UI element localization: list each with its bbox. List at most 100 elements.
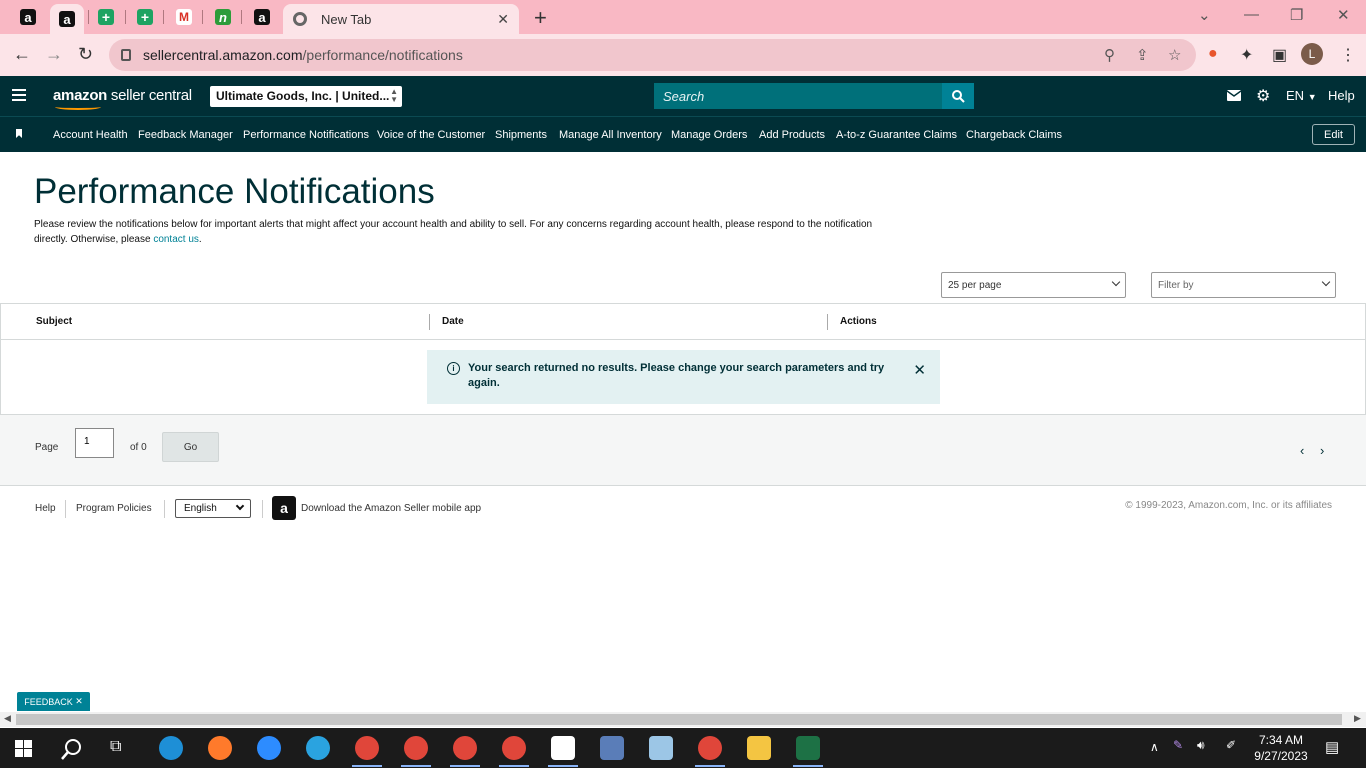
pinned-tab-gmail[interactable]: M xyxy=(173,6,195,28)
chrome-profile-2-icon[interactable] xyxy=(404,736,428,760)
nav-account-health[interactable]: Account Health xyxy=(53,129,128,141)
pinned-tab-n[interactable]: n xyxy=(212,6,234,28)
chrome-icon xyxy=(293,12,307,26)
chrome-profile-1-icon[interactable] xyxy=(355,736,379,760)
help-link[interactable]: Help xyxy=(1328,88,1355,103)
clock[interactable]: 7:34 AM 9/27/2023 xyxy=(1252,732,1310,764)
nav-voice-of-the-customer[interactable]: Voice of the Customer xyxy=(377,129,485,141)
new-tab-icon[interactable]: + xyxy=(534,5,547,31)
chrome-profile-4-icon[interactable] xyxy=(502,736,526,760)
go-button[interactable]: Go xyxy=(162,432,219,462)
calculator-icon[interactable] xyxy=(600,736,624,760)
pinned-tab-amazon-2[interactable]: a xyxy=(50,4,84,34)
chevron-left-icon[interactable]: ‹ xyxy=(1300,443,1304,458)
footer-help-link[interactable]: Help xyxy=(35,503,56,514)
notes-app-icon[interactable] xyxy=(649,736,673,760)
windows-start-icon[interactable] xyxy=(15,740,32,757)
excel-icon[interactable] xyxy=(796,736,820,760)
pen-tray-icon[interactable]: ✎ xyxy=(1173,738,1183,752)
feedback-close-icon[interactable]: ✕ xyxy=(75,696,83,707)
account-selector[interactable]: Ultimate Goods, Inc. | United... ▲ ▼ xyxy=(210,86,402,107)
share-icon[interactable]: ⇪ xyxy=(1136,46,1149,64)
mail-icon[interactable] xyxy=(1227,90,1241,101)
download-app-link[interactable]: Download the Amazon Seller mobile app xyxy=(301,503,481,514)
no-results-alert: i Your search returned no results. Pleas… xyxy=(427,350,940,404)
chrome-profile-3-icon[interactable] xyxy=(453,736,477,760)
seller-central-logo[interactable]: amazon seller central xyxy=(53,87,192,110)
bookmark-icon[interactable] xyxy=(16,129,22,138)
tab-new-tab[interactable]: New Tab ✕ xyxy=(283,4,519,34)
amazon-favicon-icon: a xyxy=(59,11,75,27)
search-icon[interactable] xyxy=(61,738,83,760)
file-explorer-icon[interactable] xyxy=(747,736,771,760)
tab-close-icon[interactable]: ✕ xyxy=(497,11,509,28)
telegram-icon[interactable] xyxy=(306,736,330,760)
scroll-left-icon[interactable]: ◀ xyxy=(4,713,11,724)
extension-fire-icon[interactable]: ● xyxy=(1208,45,1218,63)
nav-a-to-z-claims[interactable]: A-to-z Guarantee Claims xyxy=(836,129,957,141)
amazon-seller-app-icon[interactable]: a xyxy=(272,496,296,520)
column-subject[interactable]: Subject xyxy=(36,316,72,327)
url-bar[interactable]: sellercentral.amazon.com/performance/not… xyxy=(109,39,1196,71)
pinned-tab-sheet-2[interactable]: + xyxy=(134,6,156,28)
back-icon[interactable]: ← xyxy=(13,44,31,65)
stock-chart-app-icon[interactable] xyxy=(551,736,575,760)
profile-avatar[interactable]: L xyxy=(1301,43,1323,65)
chrome-profile-5-icon[interactable] xyxy=(698,736,722,760)
page-number-input[interactable]: 1 xyxy=(75,428,114,458)
pinned-tab-amazon-1[interactable]: a xyxy=(17,6,39,28)
language-selector[interactable]: EN ▼ xyxy=(1286,88,1317,103)
pinned-tab-amazon-3[interactable]: a xyxy=(251,6,273,28)
chevron-right-icon[interactable]: › xyxy=(1320,443,1324,458)
zoom-icon[interactable]: ⚲ xyxy=(1104,46,1115,64)
forward-icon[interactable]: → xyxy=(45,44,63,65)
lock-icon xyxy=(121,49,131,61)
nav-performance-notifications[interactable]: Performance Notifications xyxy=(243,129,369,141)
edge-icon[interactable] xyxy=(159,736,183,760)
footer-language-select[interactable]: English xyxy=(175,499,251,518)
pen-workspace-icon[interactable]: ✐ xyxy=(1226,738,1236,752)
nav-chargeback-claims[interactable]: Chargeback Claims xyxy=(966,129,1062,141)
nav-manage-orders[interactable]: Manage Orders xyxy=(671,129,747,141)
nav-add-products[interactable]: Add Products xyxy=(759,129,825,141)
scrollbar-thumb[interactable] xyxy=(16,714,1342,725)
extensions-puzzle-icon[interactable]: ✦ xyxy=(1240,45,1253,65)
search-input[interactable]: Search xyxy=(654,83,942,109)
feedback-button[interactable]: FEEDBACK ✕ xyxy=(17,692,90,711)
seller-central-header: amazon seller central Ultimate Goods, In… xyxy=(0,76,1366,116)
nav-feedback-manager[interactable]: Feedback Manager xyxy=(138,129,233,141)
per-page-select[interactable]: 25 per page xyxy=(941,272,1126,298)
notifications-icon[interactable]: ▤ xyxy=(1325,738,1339,756)
minimize-icon[interactable]: — xyxy=(1244,6,1259,23)
edit-button[interactable]: Edit xyxy=(1312,124,1355,145)
search-button[interactable] xyxy=(942,83,974,109)
program-policies-link[interactable]: Program Policies xyxy=(76,503,152,514)
filter-select[interactable]: Filter by xyxy=(1151,272,1336,298)
close-window-icon[interactable]: ✕ xyxy=(1337,6,1350,24)
per-page-value: 25 per page xyxy=(948,280,1002,291)
hamburger-menu-icon[interactable] xyxy=(12,89,26,104)
side-panel-icon[interactable]: ▣ xyxy=(1272,45,1287,65)
show-hidden-icons-icon[interactable]: ∧ xyxy=(1150,740,1159,754)
horizontal-scrollbar[interactable]: ◀ ▶ xyxy=(0,712,1366,727)
restore-icon[interactable]: ❐ xyxy=(1290,6,1303,24)
task-view-icon[interactable]: ⧉ xyxy=(110,738,121,756)
column-date[interactable]: Date xyxy=(442,316,464,327)
search-icon xyxy=(951,89,965,103)
pinned-tab-sheet-1[interactable]: + xyxy=(95,6,117,28)
browser-menu-icon[interactable]: ⋮ xyxy=(1340,45,1356,65)
logo-amazon: amazon xyxy=(53,87,108,104)
scroll-right-icon[interactable]: ▶ xyxy=(1354,713,1361,724)
reload-icon[interactable]: ↻ xyxy=(78,44,93,65)
settings-gear-icon[interactable]: ⚙ xyxy=(1256,86,1270,106)
nav-shipments[interactable]: Shipments xyxy=(495,129,547,141)
zoom-app-icon[interactable] xyxy=(257,736,281,760)
bookmark-star-icon[interactable]: ☆ xyxy=(1168,46,1181,64)
firefox-icon[interactable] xyxy=(208,736,232,760)
tab-search-icon[interactable]: ⌄ xyxy=(1198,6,1211,24)
alert-close-icon[interactable]: ✕ xyxy=(913,361,926,404)
nav-manage-all-inventory[interactable]: Manage All Inventory xyxy=(559,129,662,141)
volume-icon[interactable]: 🔊︎ xyxy=(1197,738,1205,753)
info-icon: i xyxy=(447,362,460,375)
contact-us-link[interactable]: contact us xyxy=(153,234,199,245)
